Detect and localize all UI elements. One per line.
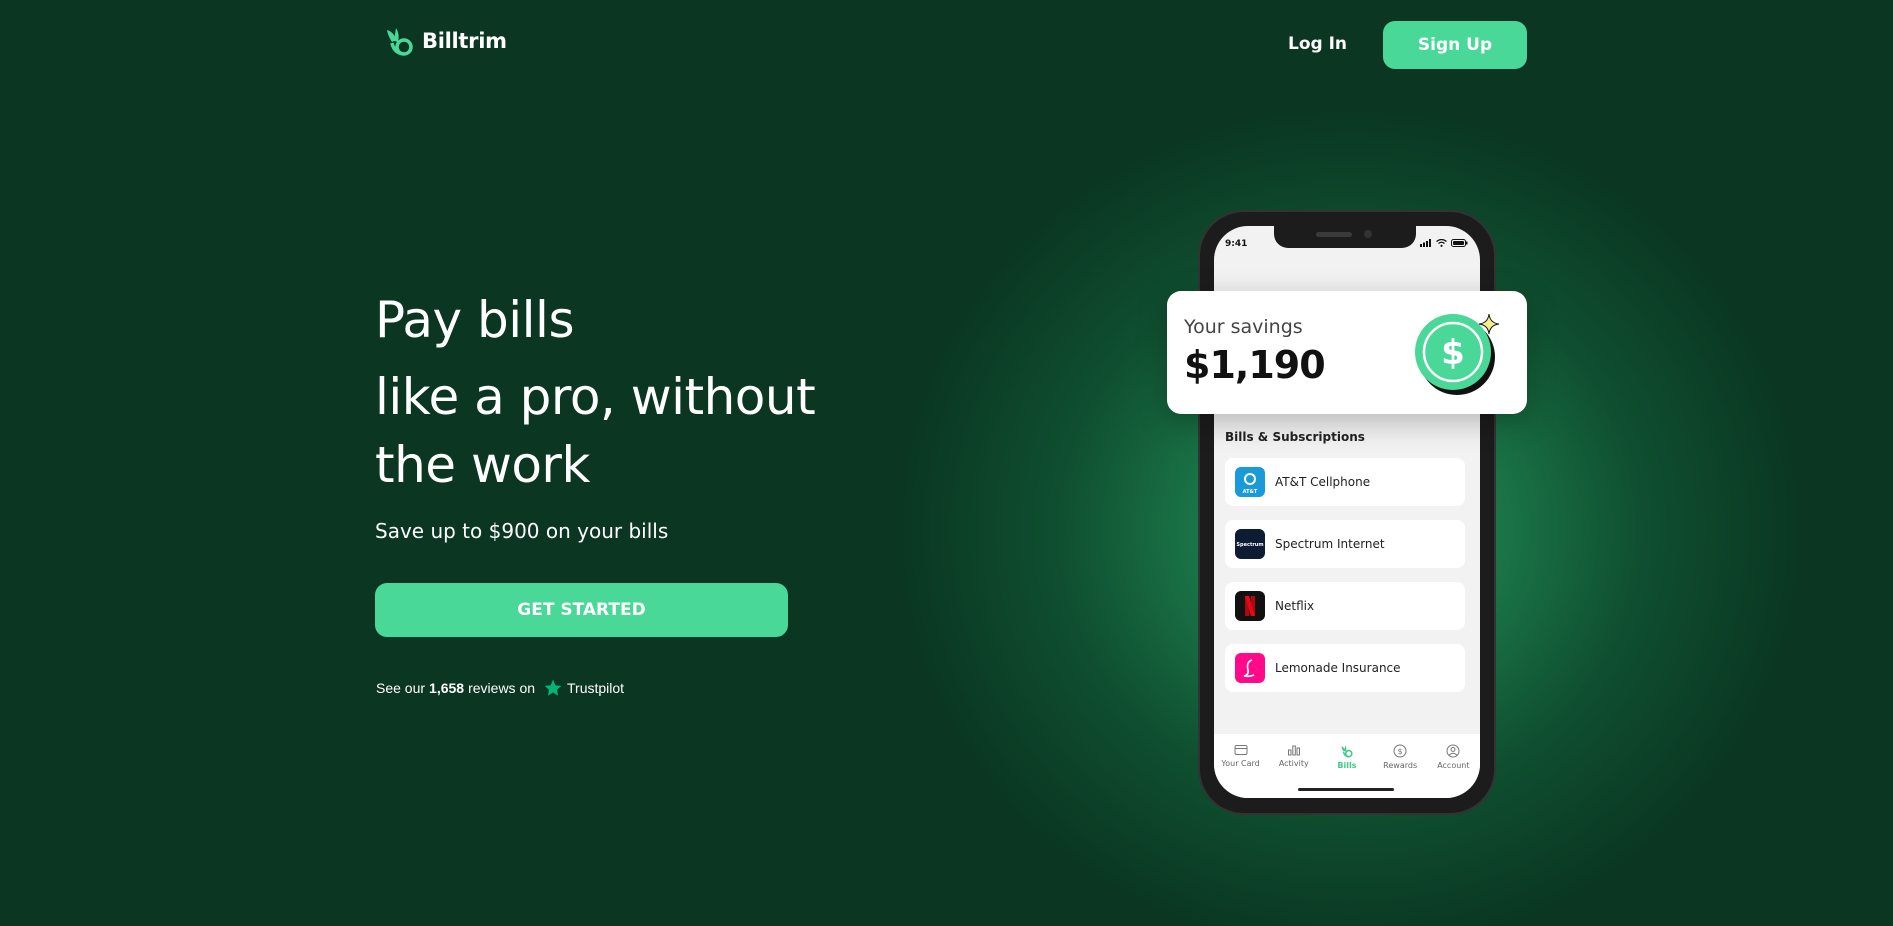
billtrim-logo-icon: [387, 28, 413, 56]
netflix-icon: [1235, 591, 1265, 621]
status-time: 9:41: [1225, 239, 1248, 249]
bill-label: Netflix: [1275, 599, 1315, 613]
trustpilot-star-icon: [544, 679, 562, 696]
user-circle-icon: [1446, 744, 1460, 758]
logo[interactable]: Billtrim: [384, 26, 507, 56]
hero-line-1: Pay bills: [375, 291, 575, 349]
trust-count: 1,658: [429, 680, 465, 696]
hero-heading: Pay bills like a pro, without the work: [375, 286, 935, 499]
bill-item-att[interactable]: AT&T AT&T Cellphone: [1225, 458, 1465, 506]
bill-label: Lemonade Insurance: [1275, 661, 1401, 675]
bill-label: AT&T Cellphone: [1275, 475, 1371, 489]
battery-icon: [1451, 239, 1468, 247]
hero-subtitle: Save up to $900 on your bills: [375, 519, 669, 543]
chart-icon: [1287, 745, 1300, 756]
bill-item-netflix[interactable]: Netflix: [1225, 582, 1465, 630]
savings-label: Your savings: [1184, 316, 1303, 338]
tab-label: Account: [1437, 761, 1470, 770]
svg-text:AT&T: AT&T: [1243, 489, 1258, 495]
signal-icon: [1420, 239, 1431, 247]
savings-card: Your savings $1,190 $: [1167, 291, 1527, 414]
billtrim-icon: [1341, 745, 1353, 758]
tab-label: Rewards: [1383, 761, 1418, 770]
status-icons: [1420, 239, 1468, 247]
tab-label: Activity: [1278, 759, 1309, 768]
phone-notch: [1274, 226, 1416, 248]
svg-text:$: $: [1398, 747, 1403, 756]
svg-text:$: $: [1441, 333, 1465, 373]
bill-item-lemonade[interactable]: Lemonade Insurance: [1225, 644, 1465, 692]
signup-button[interactable]: Sign Up: [1383, 21, 1527, 69]
bills-section-title: Bills & Subscriptions: [1225, 430, 1365, 444]
trust-prefix: See our: [376, 680, 426, 696]
spectrum-icon: Spectrum: [1235, 529, 1265, 559]
savings-value: $1,190: [1184, 343, 1326, 387]
tab-label: Bills: [1337, 761, 1357, 770]
tab-your-card[interactable]: Your Card: [1216, 744, 1266, 798]
logo-text: Billtrim: [422, 29, 507, 53]
dollar-circle-icon: $: [1393, 744, 1407, 758]
wifi-icon: [1436, 239, 1447, 247]
card-icon: [1234, 745, 1248, 755]
trust-mid: reviews on: [468, 680, 536, 696]
get-started-button[interactable]: GET STARTED: [375, 583, 788, 637]
hero-line-2: like a pro, without: [375, 368, 816, 426]
site-header: Billtrim Log In Sign Up: [0, 0, 1893, 90]
login-link[interactable]: Log In: [1288, 34, 1347, 54]
tab-label: Your Card: [1221, 759, 1260, 768]
bill-item-spectrum[interactable]: Spectrum Spectrum Internet: [1225, 520, 1465, 568]
home-indicator: [1298, 788, 1394, 791]
tab-account[interactable]: Account: [1428, 744, 1478, 798]
bill-label: Spectrum Internet: [1275, 537, 1385, 551]
hero-line-3: the work: [375, 436, 590, 494]
trustpilot-reviews[interactable]: See our 1,658 reviews on Trustpilot: [376, 678, 624, 698]
svg-text:Spectrum: Spectrum: [1236, 542, 1263, 548]
lemonade-icon: [1235, 653, 1265, 683]
trust-brand: Trustpilot: [567, 680, 625, 696]
dollar-coin-icon: $: [1415, 313, 1500, 395]
att-icon: AT&T: [1235, 467, 1265, 497]
